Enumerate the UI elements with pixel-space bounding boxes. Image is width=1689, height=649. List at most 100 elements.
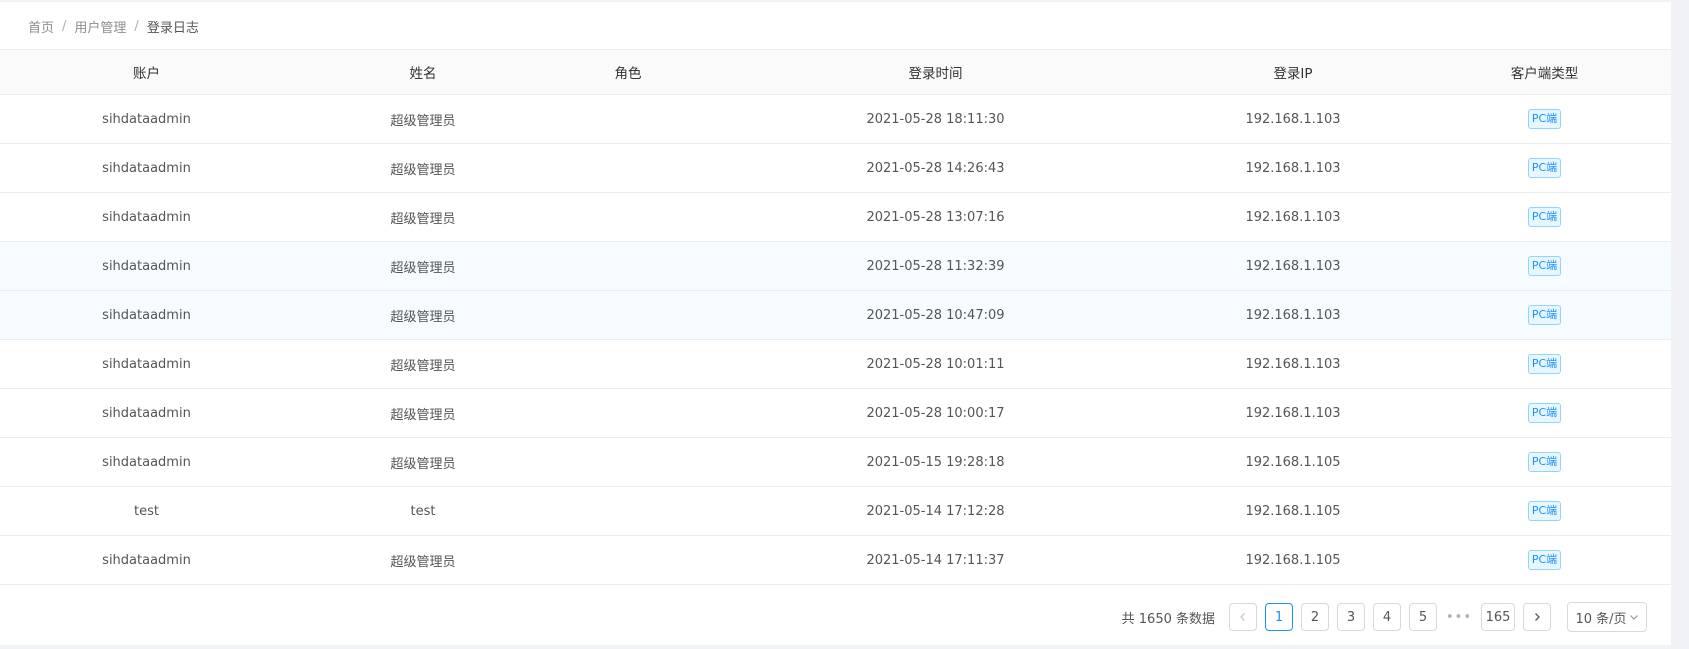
cell-name: test: [410, 503, 436, 519]
cell-login-time: 2021-05-14 17:11:37: [866, 552, 1005, 568]
cell-login-ip: 192.168.1.103: [1245, 258, 1341, 274]
page-scroll-gutter: [1671, 0, 1689, 649]
column-header-client-type: 客户端类型: [1510, 66, 1579, 82]
breadcrumb: 首页 / 用户管理 / 登录日志: [28, 16, 199, 36]
cell-role: [553, 389, 703, 437]
client-type-tag: PC端: [1527, 256, 1562, 276]
pagination-page-last[interactable]: 165: [1481, 603, 1515, 631]
client-type-tag: PC端: [1527, 550, 1562, 570]
cell-login-time: 2021-05-28 10:47:09: [866, 307, 1005, 323]
cell-role: [553, 95, 703, 143]
pagination-page-2[interactable]: 2: [1301, 603, 1329, 631]
cell-login-time: 2021-05-28 14:26:43: [866, 160, 1005, 176]
table-row[interactable]: sihdataadmin 超级管理员 2021-05-28 18:11:30 192.…: [0, 95, 1671, 144]
column-header-role: 角色: [614, 66, 642, 82]
cell-account: sihdataadmin: [102, 209, 191, 225]
pagination-prev-button[interactable]: [1229, 603, 1257, 631]
cell-login-ip: 192.168.1.105: [1245, 552, 1341, 568]
pagination-page-1[interactable]: 1: [1265, 603, 1293, 631]
table-row[interactable]: sihdataadmin 超级管理员 2021-05-28 10:01:11 192.…: [0, 340, 1671, 389]
chevron-left-icon: [1240, 613, 1245, 621]
content-panel: 首页 / 用户管理 / 登录日志 账户 姓名 角色 登录时间 登录IP 客户端类…: [0, 2, 1671, 645]
table-row[interactable]: test test 2021-05-14 17:12:28 192.168.1.105…: [0, 487, 1671, 536]
pagination-page-3[interactable]: 3: [1337, 603, 1365, 631]
cell-name: 超级管理员: [390, 162, 456, 178]
cell-client-type: PC端: [1418, 487, 1671, 535]
breadcrumb-home[interactable]: 首页: [28, 17, 54, 36]
cell-account: test: [134, 503, 159, 519]
page-size-select[interactable]: 10 条/页: [1567, 602, 1647, 632]
table-row[interactable]: sihdataadmin 超级管理员 2021-05-28 14:26:43 192.…: [0, 144, 1671, 193]
client-type-tag: PC端: [1527, 452, 1562, 472]
cell-client-type: PC端: [1418, 389, 1671, 437]
chevron-down-icon: [1629, 615, 1638, 620]
cell-account: sihdataadmin: [102, 405, 191, 421]
table-row[interactable]: sihdataadmin 超级管理员 2021-05-14 17:11:37 192.…: [0, 536, 1671, 585]
pagination-jump-next[interactable]: •••: [1445, 610, 1473, 625]
pagination-page-4[interactable]: 4: [1373, 603, 1401, 631]
table-header: 账户 姓名 角色 登录时间 登录IP 客户端类型: [0, 49, 1671, 95]
cell-role: [553, 536, 703, 584]
client-type-tag: PC端: [1527, 207, 1562, 227]
cell-role: [553, 340, 703, 388]
client-type-tag: PC端: [1527, 403, 1562, 423]
table-row[interactable]: sihdataadmin 超级管理员 2021-05-28 10:00:17 192.…: [0, 389, 1671, 438]
cell-name: 超级管理员: [390, 309, 456, 325]
column-header-name: 姓名: [409, 66, 437, 82]
cell-login-time: 2021-05-28 18:11:30: [866, 111, 1005, 127]
cell-role: [553, 242, 703, 290]
column-header-account: 账户: [133, 66, 160, 82]
table-row[interactable]: sihdataadmin 超级管理员 2021-05-15 19:28:18 192.…: [0, 438, 1671, 487]
breadcrumb-user-management[interactable]: 用户管理: [74, 17, 126, 36]
cell-client-type: PC端: [1418, 340, 1671, 388]
cell-client-type: PC端: [1418, 242, 1671, 290]
table-body: sihdataadmin 超级管理员 2021-05-28 18:11:30 192.…: [0, 95, 1671, 585]
cell-login-ip: 192.168.1.105: [1245, 454, 1341, 470]
client-type-tag: PC端: [1527, 354, 1562, 374]
cell-name: 超级管理员: [390, 211, 456, 227]
chevron-right-icon: [1535, 613, 1540, 621]
table-row[interactable]: sihdataadmin 超级管理员 2021-05-28 11:32:39 192.…: [0, 242, 1671, 291]
cell-login-ip: 192.168.1.103: [1245, 160, 1341, 176]
cell-client-type: PC端: [1418, 438, 1671, 486]
cell-name: 超级管理员: [390, 407, 456, 423]
cell-client-type: PC端: [1418, 536, 1671, 584]
cell-account: sihdataadmin: [102, 160, 191, 176]
breadcrumb-login-log: 登录日志: [146, 20, 199, 36]
cell-login-ip: 192.168.1.103: [1245, 405, 1341, 421]
cell-account: sihdataadmin: [102, 258, 191, 274]
cell-login-ip: 192.168.1.103: [1245, 307, 1341, 323]
cell-account: sihdataadmin: [102, 454, 191, 470]
cell-login-ip: 192.168.1.103: [1245, 111, 1341, 127]
column-header-login-ip: 登录IP: [1273, 66, 1313, 82]
cell-role: [553, 144, 703, 192]
table-row[interactable]: sihdataadmin 超级管理员 2021-05-28 10:47:09 192.…: [0, 291, 1671, 340]
cell-account: sihdataadmin: [102, 111, 191, 127]
cell-account: sihdataadmin: [102, 307, 191, 323]
client-type-tag: PC端: [1527, 158, 1562, 178]
breadcrumb-separator: /: [62, 18, 67, 34]
cell-role: [553, 438, 703, 486]
breadcrumb-separator: /: [134, 18, 139, 34]
client-type-tag: PC端: [1527, 501, 1562, 521]
cell-name: 超级管理员: [390, 456, 456, 472]
cell-name: 超级管理员: [390, 358, 456, 374]
client-type-tag: PC端: [1527, 305, 1562, 325]
cell-login-time: 2021-05-28 10:01:11: [866, 356, 1005, 372]
pagination-total: 共 1650 条数据: [1121, 611, 1215, 627]
cell-role: [553, 193, 703, 241]
cell-login-time: 2021-05-28 10:00:17: [866, 405, 1005, 421]
cell-login-ip: 192.168.1.103: [1245, 209, 1341, 225]
cell-login-time: 2021-05-15 19:28:18: [866, 454, 1005, 470]
pagination-next-button[interactable]: [1523, 603, 1551, 631]
cell-role: [553, 487, 703, 535]
cell-role: [553, 291, 703, 339]
pagination-page-5[interactable]: 5: [1409, 603, 1437, 631]
cell-client-type: PC端: [1418, 193, 1671, 241]
cell-client-type: PC端: [1418, 95, 1671, 143]
table-row[interactable]: sihdataadmin 超级管理员 2021-05-28 13:07:16 192.…: [0, 193, 1671, 242]
cell-login-ip: 192.168.1.103: [1245, 356, 1341, 372]
cell-client-type: PC端: [1418, 291, 1671, 339]
pagination: 共 1650 条数据 1 2 3 4 5 ••• 165 10 条/页: [1122, 602, 1647, 632]
cell-name: 超级管理员: [390, 260, 456, 276]
